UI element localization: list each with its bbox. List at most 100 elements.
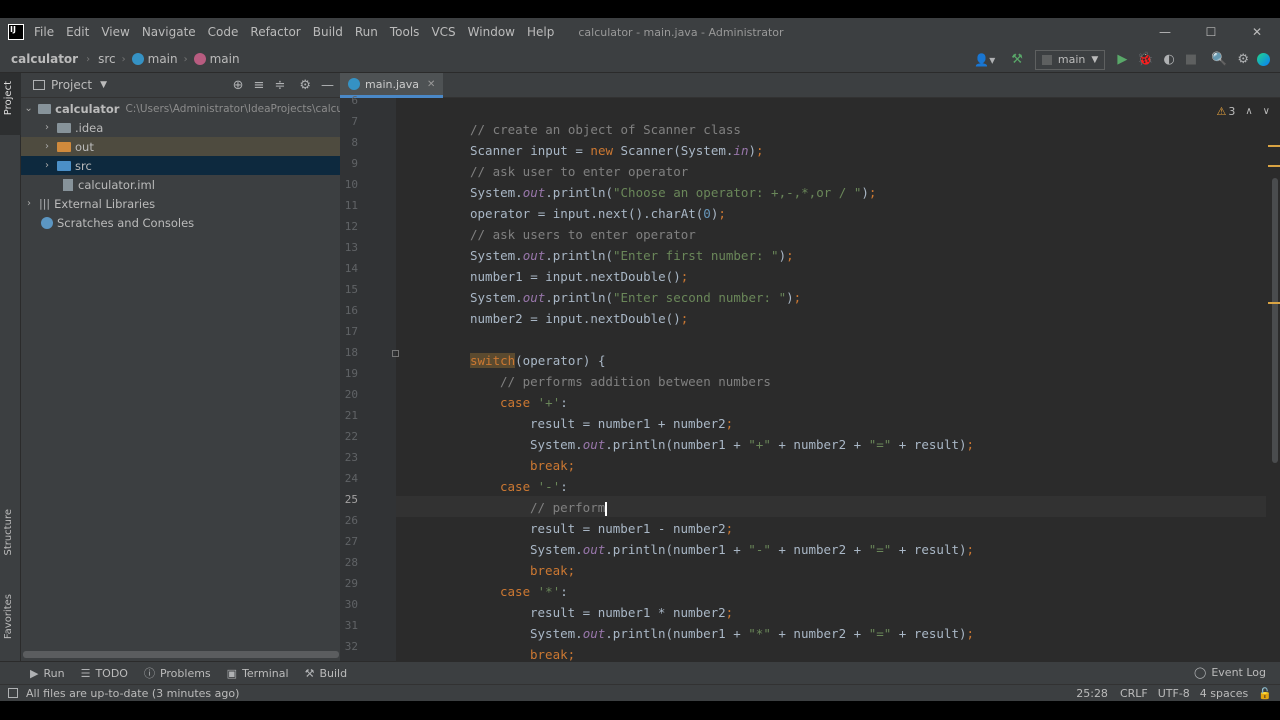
search-icon[interactable]: 🔍 [1211, 52, 1227, 67]
chevron-down-icon[interactable]: ⌄ [23, 103, 34, 114]
code-line[interactable]: result = number1 * number2; [530, 602, 733, 623]
code-line[interactable]: break; [530, 560, 575, 581]
code-line[interactable]: System.out.println("Enter first number: … [470, 245, 794, 266]
tool-tab-todo[interactable]: ☰ TODO [81, 667, 128, 680]
breadcrumb-method[interactable]: main [210, 52, 240, 66]
tree-item-calculator-iml[interactable]: calculator.iml [21, 175, 340, 194]
minimize-button[interactable]: — [1142, 25, 1188, 39]
code-line[interactable]: number2 = input.nextDouble(); [470, 308, 688, 329]
menu-file[interactable]: File [34, 25, 54, 39]
menu-view[interactable]: View [101, 25, 129, 39]
menu-help[interactable]: Help [527, 25, 554, 39]
project-panel-title[interactable]: Project [51, 78, 92, 92]
code-line[interactable]: break; [530, 455, 575, 476]
menu-code[interactable]: Code [208, 25, 239, 39]
code-line[interactable]: // ask user to enter operator [470, 161, 688, 182]
error-stripe-marker[interactable] [1268, 145, 1280, 147]
error-stripe-marker[interactable] [1268, 302, 1280, 304]
debug-icon[interactable]: 🐞 [1137, 52, 1153, 67]
tree-item-calculator[interactable]: ⌄ calculator C:\Users\Administrator\Idea… [21, 99, 340, 118]
vertical-scrollbar[interactable] [1272, 178, 1278, 463]
code-line[interactable]: System.out.println("Enter second number:… [470, 287, 801, 308]
collapse-all-icon[interactable]: ≑ [274, 78, 285, 93]
code-line[interactable]: switch(operator) { [470, 350, 605, 371]
event-log-button[interactable]: ◯ Event Log [1194, 666, 1266, 679]
tree-item-idea[interactable]: › .idea [21, 118, 340, 137]
code-line[interactable]: // ask users to enter operator [470, 224, 696, 245]
expand-all-icon[interactable]: ≡ [254, 78, 265, 93]
jetbrains-logo-icon[interactable] [1257, 53, 1270, 66]
close-button[interactable]: ✕ [1234, 25, 1280, 39]
tree-item-external-libraries[interactable]: › ||| External Libraries [21, 194, 340, 213]
chevron-right-icon[interactable]: › [41, 141, 53, 152]
run-config-select[interactable]: main ▼ [1034, 49, 1106, 70]
code-line[interactable]: result = number1 + number2; [530, 413, 733, 434]
inspection-widget[interactable]: ⚠ 3 ∧ ∨ [1216, 103, 1270, 119]
menu-edit[interactable]: Edit [66, 25, 89, 39]
code-line[interactable]: System.out.println(number1 + "+" + numbe… [530, 434, 974, 455]
code-line[interactable]: case '-': [500, 476, 568, 497]
structure-tool-tab[interactable]: Structure [0, 503, 21, 573]
menu-tools[interactable]: Tools [390, 25, 420, 39]
lock-icon[interactable]: 🔓 [1258, 687, 1272, 700]
coverage-icon[interactable]: ◐ [1164, 52, 1175, 67]
chevron-down-icon[interactable]: ∨ [1263, 106, 1270, 117]
maximize-button[interactable]: ☐ [1188, 25, 1234, 39]
close-tab-icon[interactable]: ✕ [427, 79, 435, 90]
stop-icon[interactable]: ■ [1185, 52, 1197, 67]
status-layout-icon[interactable] [8, 688, 18, 698]
tool-tab-run[interactable]: ▶ Run [30, 667, 65, 680]
tool-tab-build[interactable]: ⚒ Build [305, 667, 348, 680]
caret-position[interactable]: 25:28 [1076, 687, 1108, 700]
window-title: calculator - main.java - Administrator [578, 25, 784, 39]
build-hammer-icon[interactable]: ⚒ [1011, 52, 1023, 67]
code-line[interactable]: System.out.println(number1 + "-" + numbe… [530, 539, 974, 560]
settings-gear-icon[interactable]: ⚙ [299, 78, 311, 93]
breadcrumb-class[interactable]: main [148, 52, 178, 66]
code-line[interactable]: number1 = input.nextDouble(); [470, 266, 688, 287]
breadcrumb-project[interactable]: calculator [11, 52, 78, 66]
settings-gear-icon[interactable]: ⚙ [1237, 52, 1249, 67]
tool-tab-problems[interactable]: ⓘ Problems [144, 665, 211, 681]
file-encoding[interactable]: UTF-8 [1158, 687, 1190, 700]
favorites-tool-tab[interactable]: Favorites [0, 588, 21, 658]
menu-vcs[interactable]: VCS [431, 25, 455, 39]
hide-panel-icon[interactable]: — [321, 78, 334, 93]
chevron-right-icon[interactable]: › [23, 198, 35, 209]
chevron-right-icon[interactable]: › [41, 122, 53, 133]
fold-marker-icon[interactable] [392, 350, 399, 357]
code-line[interactable]: // create an object of Scanner class [470, 119, 741, 140]
code-line[interactable]: // performs addition between numbers [500, 371, 771, 392]
chevron-right-icon[interactable]: › [41, 160, 53, 171]
tree-item-out[interactable]: › out [21, 137, 340, 156]
user-icon[interactable]: 👤▾ [974, 53, 995, 67]
chevron-down-icon[interactable]: ▼ [100, 80, 107, 90]
line-separator[interactable]: CRLF [1120, 687, 1148, 700]
code-line[interactable]: operator = input.next().charAt(0); [470, 203, 726, 224]
warning-count: 3 [1228, 104, 1236, 118]
menu-run[interactable]: Run [355, 25, 378, 39]
code-line[interactable]: case '*': [500, 581, 568, 602]
menu-window[interactable]: Window [468, 25, 515, 39]
menu-build[interactable]: Build [313, 25, 343, 39]
code-line[interactable]: Scanner input = new Scanner(System.in); [470, 140, 764, 161]
menu-navigate[interactable]: Navigate [142, 25, 196, 39]
java-class-icon [348, 78, 360, 90]
code-line[interactable]: System.out.println("Choose an operator: … [470, 182, 876, 203]
tree-item-src[interactable]: › src [21, 156, 340, 175]
code-line[interactable]: // perform [530, 497, 608, 518]
chevron-up-icon[interactable]: ∧ [1245, 106, 1252, 117]
code-line[interactable]: result = number1 - number2; [530, 518, 733, 539]
run-icon[interactable]: ▶ [1117, 52, 1127, 67]
indent-setting[interactable]: 4 spaces [1200, 687, 1249, 700]
tree-item-scratches[interactable]: Scratches and Consoles [21, 213, 340, 232]
error-stripe-marker[interactable] [1268, 165, 1280, 167]
project-tool-tab[interactable]: Project [0, 73, 21, 135]
horizontal-scrollbar[interactable] [23, 651, 339, 658]
locate-icon[interactable]: ⊕ [233, 78, 244, 93]
breadcrumb-folder[interactable]: src [98, 52, 116, 66]
code-line[interactable]: System.out.println(number1 + "*" + numbe… [530, 623, 974, 644]
tool-tab-terminal[interactable]: ▣ Terminal [227, 667, 289, 680]
menu-refactor[interactable]: Refactor [250, 25, 300, 39]
code-line[interactable]: case '+': [500, 392, 568, 413]
